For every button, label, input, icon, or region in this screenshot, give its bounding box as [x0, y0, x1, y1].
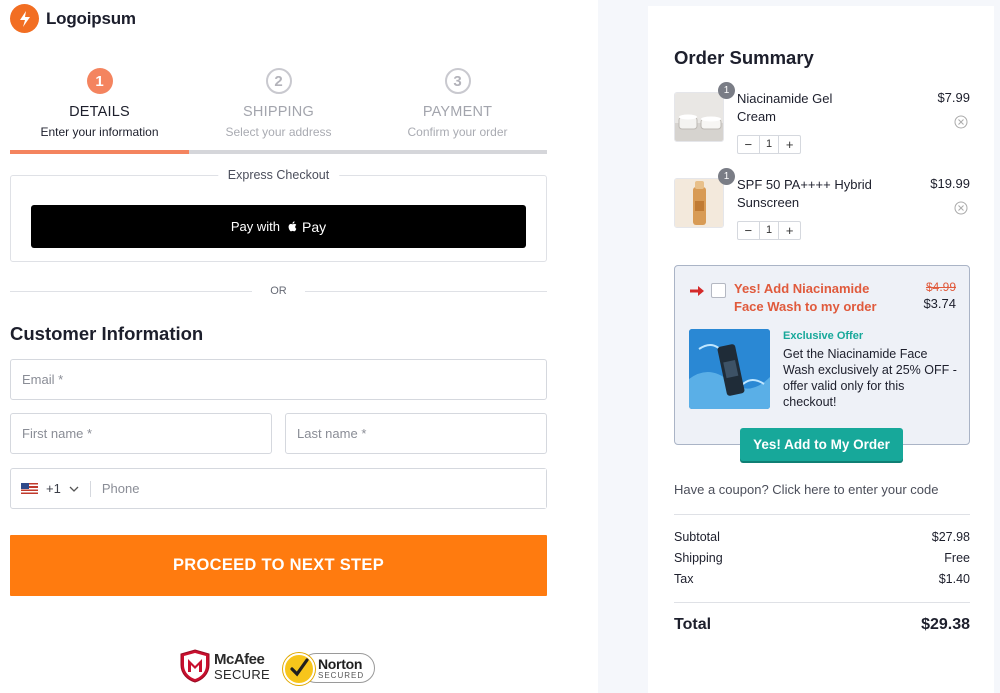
last-name-field[interactable]	[285, 413, 547, 454]
divider-line	[305, 291, 547, 292]
first-name-field[interactable]	[10, 413, 272, 454]
or-text: OR	[270, 285, 287, 297]
item-price: $7.99	[937, 90, 970, 105]
step-subtitle: Enter your information	[40, 125, 159, 139]
express-checkout-label: Express Checkout	[217, 168, 340, 182]
subtotal-value: $27.98	[931, 530, 970, 544]
proceed-button[interactable]: PROCEED TO NEXT STEP	[10, 535, 547, 596]
quantity-value[interactable]: 1	[758, 136, 780, 153]
norton-sub: SECURED	[318, 671, 365, 680]
step-subtitle: Confirm your order	[407, 125, 508, 139]
remove-item-icon[interactable]	[954, 115, 968, 129]
quantity-badge: 1	[718, 168, 735, 185]
mcafee-sub: SECURE	[214, 666, 270, 682]
upsell-title[interactable]: Yes! Add Niacinamide Face Wash to my ord…	[734, 280, 894, 316]
cart-item: 1 Niacinamide Gel Cream $7.99 − 1 +	[674, 82, 970, 165]
mcafee-badge: McAfee SECURE	[179, 649, 270, 683]
phone-field[interactable]	[101, 469, 546, 508]
upsell-old-price: $4.99	[925, 280, 956, 294]
decrease-button[interactable]: −	[738, 136, 759, 153]
product-thumbnail	[674, 92, 724, 142]
norton-badge: Norton SECURED	[281, 647, 376, 685]
brand-name: Logoipsum	[46, 8, 136, 28]
total-label: Total	[674, 616, 712, 633]
order-summary-panel: Order Summary 1 Niacinamide Gel Cream $7…	[648, 6, 994, 693]
or-divider: OR	[10, 285, 547, 299]
step-progress-bar	[10, 150, 547, 154]
norton-check-icon	[283, 653, 315, 685]
upsell-new-price: $3.74	[923, 296, 956, 311]
step-title: PAYMENT	[422, 104, 493, 120]
apple-pay-button[interactable]: Pay with Pay	[31, 205, 526, 248]
item-price: $19.99	[930, 176, 970, 191]
apple-icon	[287, 220, 298, 233]
shipping-row: Shipping Free	[674, 551, 970, 565]
quantity-value[interactable]: 1	[758, 222, 780, 239]
quantity-badge: 1	[718, 82, 735, 99]
phone-separator	[89, 480, 91, 497]
add-upsell-button[interactable]: Yes! Add to My Order	[740, 428, 903, 461]
mcafee-shield-icon	[180, 649, 210, 683]
quantity-stepper: − 1 +	[737, 221, 801, 240]
coupon-link[interactable]: Have a coupon? Click here to enter your …	[674, 482, 939, 497]
item-name: Niacinamide Gel Cream	[737, 91, 833, 124]
step-progress-fill	[10, 150, 189, 154]
upsell-tag: Exclusive Offer	[783, 330, 864, 342]
subtotal-label: Subtotal	[674, 530, 720, 544]
divider	[674, 514, 970, 515]
phone-field-group: +1	[10, 468, 547, 509]
step-subtitle: Select your address	[225, 125, 332, 139]
decrease-button[interactable]: −	[738, 222, 759, 239]
customer-info-title: Customer Information	[10, 323, 204, 344]
upsell-offer-box: Yes! Add Niacinamide Face Wash to my ord…	[674, 265, 970, 445]
checkout-form-panel: Logoipsum 1 DETAILS Enter your informati…	[0, 0, 598, 693]
apple-pay-word: Pay	[302, 218, 327, 235]
step-number: 3	[444, 68, 471, 94]
shipping-label: Shipping	[674, 551, 723, 565]
security-badges: McAfee SECURE Norton SECURED	[179, 645, 379, 687]
tax-value: $1.40	[938, 572, 970, 586]
upsell-product-image	[689, 329, 770, 409]
tax-row: Tax $1.40	[674, 572, 970, 586]
divider-line	[10, 291, 252, 292]
step-title: DETAILS	[69, 104, 130, 120]
remove-item-icon[interactable]	[954, 201, 968, 215]
step-shipping[interactable]: 2 SHIPPING Select your address	[189, 68, 368, 139]
email-field[interactable]	[10, 359, 547, 400]
increase-button[interactable]: +	[779, 136, 800, 153]
express-checkout-box: Express Checkout Pay with Pay	[10, 168, 547, 262]
increase-button[interactable]: +	[779, 222, 800, 239]
quantity-stepper: − 1 +	[737, 135, 801, 154]
dial-code[interactable]: +1	[46, 481, 61, 496]
us-flag-icon[interactable]	[21, 483, 38, 494]
brand-logo[interactable]: Logoipsum	[10, 4, 136, 33]
mcafee-name: McAfee	[214, 650, 265, 668]
arrow-right-icon	[690, 286, 704, 296]
apple-pay-prefix: Pay with	[230, 219, 280, 234]
norton-name: Norton	[318, 656, 363, 672]
step-number: 1	[86, 68, 113, 94]
checkout-steps: 1 DETAILS Enter your information 2 SHIPP…	[10, 68, 547, 154]
total-row: Total $29.38	[674, 616, 970, 634]
bolt-icon	[10, 4, 39, 33]
shipping-value: Free	[944, 551, 970, 565]
subtotal-row: Subtotal $27.98	[674, 530, 970, 544]
cart-item: 1 SPF 50 PA++++ Hybrid Sunscreen $19.99 …	[674, 168, 970, 251]
item-name: SPF 50 PA++++ Hybrid Sunscreen	[737, 177, 872, 210]
product-thumbnail	[674, 178, 724, 228]
order-summary-title: Order Summary	[674, 47, 814, 68]
upsell-checkbox[interactable]	[711, 283, 726, 298]
chevron-down-icon[interactable]	[68, 483, 80, 495]
divider	[674, 602, 970, 603]
step-payment[interactable]: 3 PAYMENT Confirm your order	[368, 68, 547, 139]
step-title: SHIPPING	[243, 104, 314, 120]
step-number: 2	[265, 68, 292, 94]
step-details[interactable]: 1 DETAILS Enter your information	[10, 68, 189, 139]
total-value: $29.38	[921, 616, 970, 633]
tax-label: Tax	[674, 572, 694, 586]
upsell-description: Get the Niacinamide Face Wash exclusivel…	[783, 347, 957, 409]
